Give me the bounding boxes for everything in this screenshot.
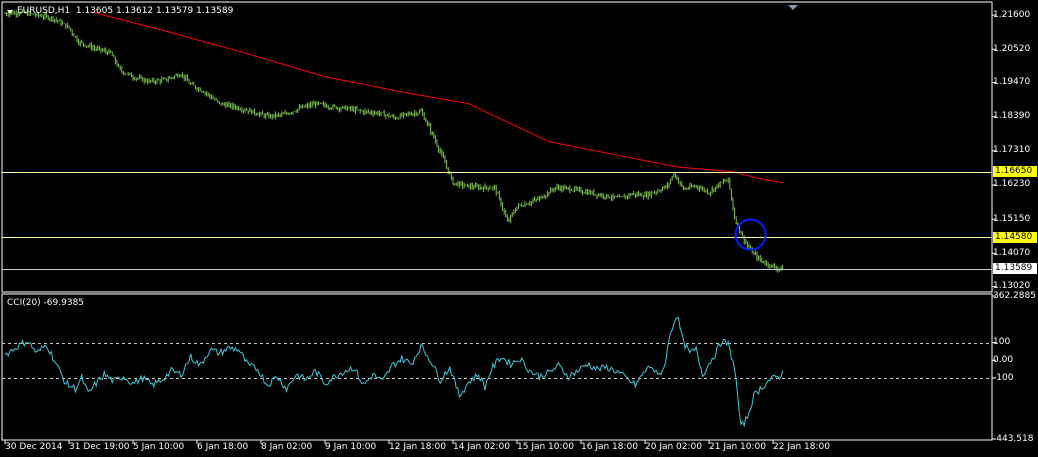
price-chart-frame [1,1,993,293]
symbol-name: EURUSD,H1 [17,6,71,16]
time-tick-label: 31 Dec 19:00 [69,442,130,452]
cci-tick-label: 100 [993,337,1011,348]
moving-average-group [91,11,783,184]
price-tick-label: 1.19470 [993,76,1031,87]
price-bars-group [4,9,784,273]
price-tick-label: 1.20520 [993,43,1031,54]
level-tag-upper: 1.16650 [993,166,1037,178]
horizontal-levels-group [2,172,992,270]
cci-group [2,316,992,428]
time-tick-label: 6 Jan 18:00 [197,442,249,452]
chart-window[interactable] [0,0,1038,457]
time-tick-label: 12 Jan 18:00 [389,442,446,452]
time-tick-label: 21 Jan 10:00 [709,442,766,452]
time-tick-label: 22 Jan 18:00 [773,442,830,452]
time-tick-label: 9 Jan 10:00 [325,442,377,452]
cci-line [4,316,784,428]
chart-shift-marker-icon[interactable] [788,5,798,10]
indicator-label: CCI(20) -69.9385 [7,298,85,308]
cci-tick-label: -100 [993,372,1014,383]
time-tick-label: 30 Dec 2014 [5,442,63,452]
price-tick-label: 1.15150 [993,213,1031,224]
level-tag-lower: 1.14580 [993,231,1037,243]
time-tick-label: 16 Jan 18:00 [581,442,638,452]
price-tick-label: 1.14070 [993,247,1031,258]
cci-tick-label: 0.00 [993,354,1014,365]
price-tick-label: 1.16230 [993,179,1031,190]
price-tick-label: 1.18390 [993,111,1031,122]
price-tick-label: 1.17310 [993,145,1031,156]
time-tick-label: 8 Jan 02:00 [261,442,313,452]
symbol-label: EURUSD,H1 1.13605 1.13612 1.13579 1.1358… [17,6,233,17]
cci-tick-label: 362.2885 [993,290,1036,301]
moving-average-line [91,11,783,184]
current-price-tag: 1.13589 [993,263,1037,275]
time-tick-label: 20 Jan 02:00 [645,442,702,452]
price-tick-label: 1.21600 [993,9,1031,20]
ohlc-values: 1.13605 1.13612 1.13579 1.13589 [75,6,234,16]
cci-tick-label: -443.518 [993,433,1034,444]
indicator-frame [1,293,993,441]
time-tick-label: 14 Jan 02:00 [453,442,510,452]
time-tick-label: 15 Jan 10:00 [517,442,574,452]
time-tick-label: 5 Jan 10:00 [133,442,185,452]
